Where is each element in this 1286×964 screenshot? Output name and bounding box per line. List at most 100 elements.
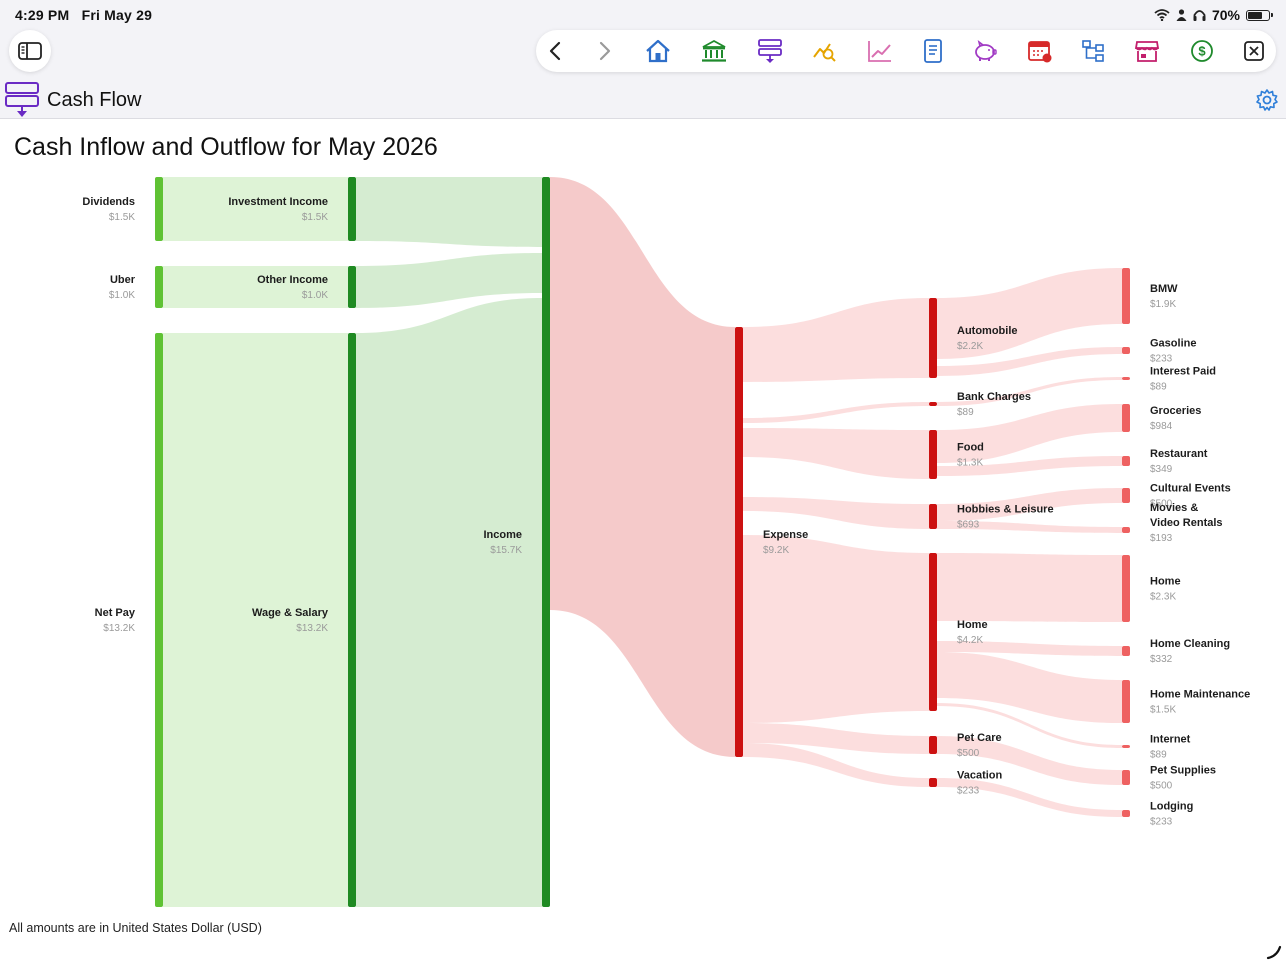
sankey-node-restaurant[interactable] — [1122, 456, 1130, 466]
sankey-link-expense-to-home[interactable] — [743, 535, 929, 723]
sankey-value-expense: $9.2K — [763, 545, 789, 556]
back-button[interactable] — [538, 34, 572, 68]
home-button[interactable] — [641, 34, 675, 68]
sankey-node-internet[interactable] — [1122, 745, 1130, 748]
sankey-link-expense-to-hobbies-leisure[interactable] — [743, 497, 929, 529]
svg-text:$: $ — [1198, 44, 1206, 59]
sankey-node-movies-video-rentals[interactable] — [1122, 527, 1130, 533]
sankey-label-lodging: Lodging — [1150, 801, 1193, 813]
status-bar: 4:29 PM Fri May 29 70% — [0, 0, 1286, 30]
sankey-node-cultural-events[interactable] — [1122, 488, 1130, 503]
sankey-value-food: $1.3K — [957, 458, 983, 469]
page-title: Cash Flow — [47, 88, 142, 111]
sankey-node-bank-charges[interactable] — [929, 402, 937, 406]
sankey-node-other-income[interactable] — [348, 266, 356, 308]
sankey-label-expense: Expense — [763, 529, 808, 541]
sankey-label-pet-care: Pet Care — [957, 732, 1002, 744]
sankey-node-automobile[interactable] — [929, 298, 937, 378]
status-indicators: 70% — [1154, 7, 1273, 23]
dollar-circle-icon: $ — [1191, 40, 1213, 62]
sankey-link-expense-to-bank-charges[interactable] — [743, 402, 929, 423]
sankey-label-bmw: BMW — [1150, 283, 1178, 295]
sankey-link-income-to-expense[interactable] — [550, 177, 735, 757]
sankey-value-interest-paid: $89 — [1150, 382, 1167, 393]
sankey-value-hobbies-leisure: $693 — [957, 520, 980, 531]
status-time: 4:29 PM — [15, 7, 70, 23]
sankey-node-groceries[interactable] — [1122, 404, 1130, 432]
sankey-value-bmw: $1.9K — [1150, 299, 1176, 310]
trends-button[interactable] — [863, 34, 897, 68]
sankey-label-interest-paid: Interest Paid — [1150, 366, 1216, 378]
sankey-node-net-pay[interactable] — [155, 333, 163, 907]
close-button[interactable] — [1237, 34, 1271, 68]
cash-flow-icon — [758, 39, 782, 63]
sankey-link-home-to-home-leaf[interactable] — [937, 553, 1122, 622]
sidebar-toggle-button[interactable] — [9, 30, 51, 72]
sankey-node-home-cleaning[interactable] — [1122, 646, 1130, 656]
sankey-node-lodging[interactable] — [1122, 810, 1130, 817]
sankey-link-investment-income-to-income[interactable] — [356, 177, 542, 247]
resize-handle-icon[interactable] — [1266, 944, 1282, 960]
sankey-node-wage-salary[interactable] — [348, 333, 356, 907]
sankey-node-dividends[interactable] — [155, 177, 163, 241]
sankey-value-groceries: $984 — [1150, 421, 1173, 432]
sankey-label-automobile: Automobile — [957, 325, 1018, 337]
sankey-node-uber[interactable] — [155, 266, 163, 308]
sankey-node-hobbies-leisure[interactable] — [929, 504, 937, 529]
budgets-button[interactable] — [968, 34, 1002, 68]
sidebar-icon — [18, 42, 42, 60]
sankey-node-interest-paid[interactable] — [1122, 377, 1130, 380]
sankey-node-gasoline[interactable] — [1122, 347, 1130, 354]
reports-button[interactable] — [916, 34, 950, 68]
sankey-node-income[interactable] — [542, 177, 550, 907]
battery-percent: 70% — [1211, 7, 1240, 23]
sankey-node-home-maintenance[interactable] — [1122, 680, 1130, 723]
sankey-node-pet-supplies[interactable] — [1122, 770, 1130, 785]
sankey-node-bmw[interactable] — [1122, 268, 1130, 324]
sankey-value-uber: $1.0K — [109, 290, 135, 301]
investment-search-icon — [813, 43, 836, 62]
accounts-button[interactable] — [697, 34, 731, 68]
forward-button[interactable] — [588, 34, 622, 68]
chevron-left-icon — [549, 41, 561, 61]
sankey-link-wage-salary-to-income[interactable] — [356, 298, 542, 907]
sankey-link-net-pay-to-wage-salary[interactable] — [163, 333, 348, 907]
status-date: Fri May 29 — [81, 7, 153, 23]
sankey-link-uber-to-other-income[interactable] — [163, 266, 348, 308]
hierarchy-icon — [1082, 40, 1104, 62]
sankey-node-home-leaf[interactable] — [1122, 555, 1130, 622]
sankey-label-gasoline: Gasoline — [1150, 338, 1196, 350]
sankey-label-food: Food — [957, 442, 984, 454]
sankey-node-investment-income[interactable] — [348, 177, 356, 241]
investments-button[interactable] — [808, 34, 842, 68]
sankey-label-movies-video-rentals-line-1: Movies & — [1150, 502, 1198, 514]
sankey-label-wage-salary: Wage & Salary — [252, 607, 329, 619]
sankey-link-home-to-home-maintenance[interactable] — [937, 652, 1122, 723]
sankey-link-dividends-to-investment-income[interactable] — [163, 177, 348, 241]
sankey-node-vacation[interactable] — [929, 778, 937, 787]
hierarchy-button[interactable] — [1076, 34, 1110, 68]
sankey-node-pet-care[interactable] — [929, 736, 937, 754]
sankey-link-expense-to-food[interactable] — [743, 428, 929, 479]
sankey-node-home[interactable] — [929, 553, 937, 711]
currency-button[interactable]: $ — [1185, 34, 1219, 68]
settings-button[interactable] — [1254, 87, 1280, 113]
payees-button[interactable] — [1130, 34, 1164, 68]
sankey-label-home-maintenance: Home Maintenance — [1150, 689, 1250, 701]
sankey-node-food[interactable] — [929, 430, 937, 479]
sankey-label-restaurant: Restaurant — [1150, 448, 1208, 460]
sankey-label-cultural-events: Cultural Events — [1150, 483, 1231, 495]
sankey-node-expense[interactable] — [735, 327, 743, 757]
piggy-bank-icon — [975, 40, 997, 61]
cash-flow-button[interactable] — [753, 34, 787, 68]
report-icon — [924, 39, 942, 63]
calendar-icon — [1028, 41, 1052, 63]
sankey-value-investment-income: $1.5K — [302, 212, 328, 223]
person-icon — [1176, 9, 1187, 21]
sankey-value-income: $15.7K — [490, 545, 522, 556]
cash-flow-icon — [5, 82, 39, 117]
scheduled-button[interactable] — [1023, 34, 1057, 68]
sankey-label-net-pay: Net Pay — [95, 607, 136, 619]
sankey-link-expense-to-automobile[interactable] — [743, 298, 929, 382]
sankey-label-internet: Internet — [1150, 734, 1191, 746]
